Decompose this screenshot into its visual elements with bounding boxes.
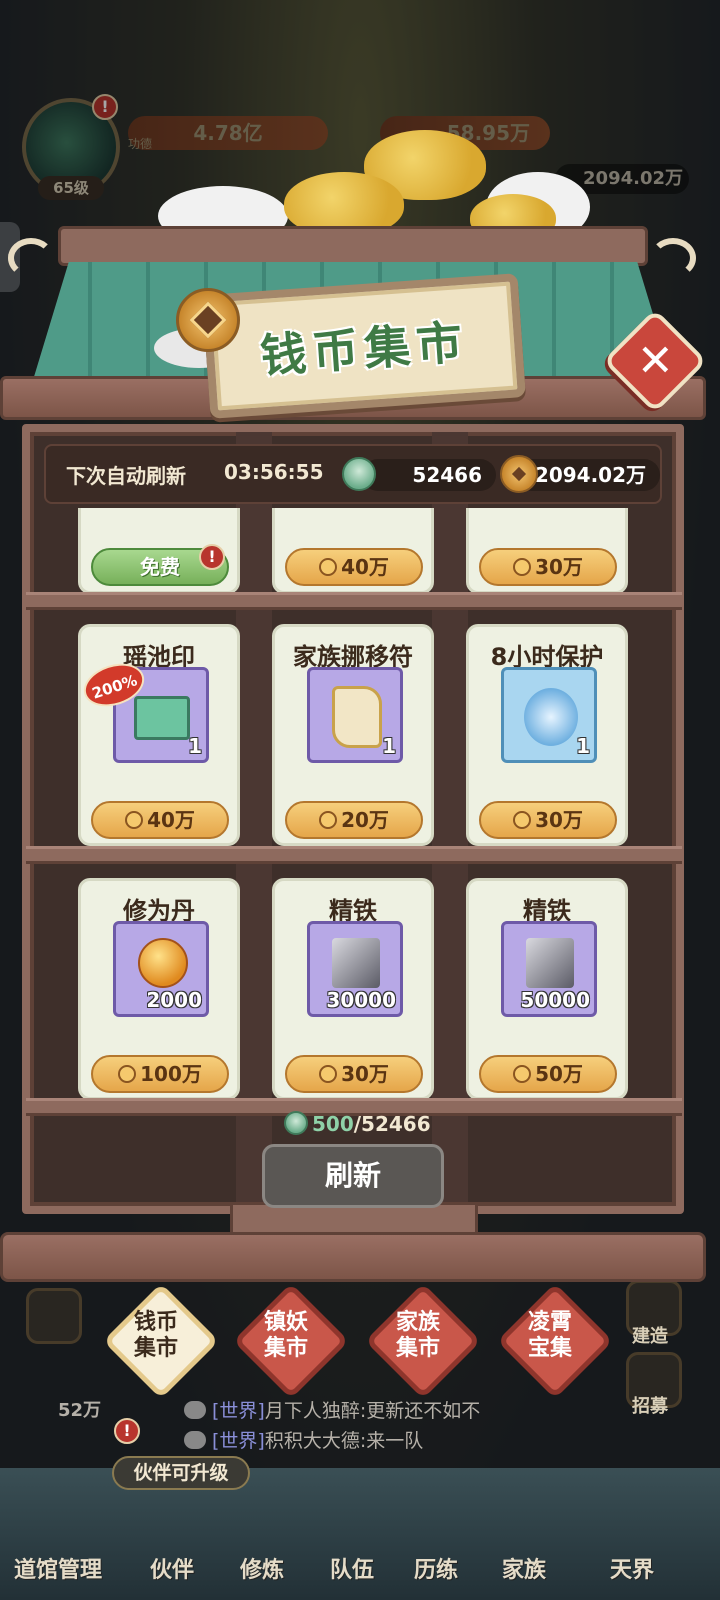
- iron-icon: [332, 938, 380, 988]
- coin-mini-icon: [125, 811, 144, 829]
- item-quantity: 1: [576, 734, 590, 758]
- refresh-label: 下次自动刷新: [66, 464, 186, 488]
- jade-balance: 52466: [362, 459, 496, 491]
- cabinet-base: [0, 1232, 706, 1282]
- shop-card-8h-protection[interactable]: 8小时保护 1 30万: [466, 624, 628, 846]
- iron-icon: [526, 938, 574, 988]
- coin-mini-icon: [319, 1065, 338, 1083]
- tab-label: 钱币集市: [133, 1310, 178, 1361]
- talisman-icon: [332, 686, 382, 748]
- price-label: 100万: [140, 1062, 202, 1086]
- refresh-cost: 500/52466: [312, 1112, 431, 1136]
- coin-mini-icon: [319, 811, 338, 829]
- item-quantity: 1: [382, 734, 396, 758]
- chat-text: 月下人独醉:更新还不如不: [264, 1400, 481, 1422]
- tab-label: 凌霄宝集: [527, 1310, 572, 1361]
- refresh-cost-total: /52466: [353, 1112, 431, 1136]
- price-label: 20万: [341, 808, 389, 832]
- item-icon-box: 50000: [501, 921, 597, 1017]
- nav-team[interactable]: 队伍: [330, 1552, 374, 1584]
- shop-card-refined-iron[interactable]: 精铁 30000 30万: [272, 878, 434, 1100]
- nav-cultivation[interactable]: 修炼: [240, 1552, 284, 1584]
- chat-line[interactable]: [世界]月下人独醉:更新还不如不: [184, 1396, 480, 1423]
- shop-card-family-teleport[interactable]: 家族挪移符 1 20万: [272, 624, 434, 846]
- tab-family-market[interactable]: 家族集市: [370, 1288, 466, 1384]
- item-icon-box: 1: [501, 667, 597, 763]
- price-button[interactable]: 20万: [285, 801, 423, 839]
- price-button[interactable]: 30万: [479, 801, 617, 839]
- shelf-divider: [26, 592, 682, 610]
- partner-upgrade-hint: 伙伴可升级: [112, 1456, 250, 1490]
- refresh-button[interactable]: 刷新: [262, 1144, 444, 1208]
- chat-bubble-icon: [184, 1431, 206, 1449]
- price-button[interactable]: 40万: [91, 801, 229, 839]
- shop-card-partial[interactable]: 免费 !: [78, 508, 240, 594]
- coin-mini-icon: [319, 558, 338, 576]
- item-quantity: 50000: [520, 988, 590, 1012]
- close-icon: ✕: [636, 335, 674, 386]
- nav-alert-icon: !: [114, 1418, 140, 1444]
- coin-mini-icon: [513, 811, 532, 829]
- tab-coin-market[interactable]: 钱币集市: [108, 1288, 204, 1384]
- pill-icon: [138, 938, 188, 988]
- nav-heaven[interactable]: 天界: [610, 1552, 654, 1584]
- player-coin-amount: 52万: [58, 1400, 102, 1421]
- price-button[interactable]: 30万: [479, 548, 617, 586]
- jade-icon: [284, 1111, 308, 1135]
- chat-channel: [世界]: [212, 1400, 265, 1422]
- price-label: 免费: [140, 555, 180, 579]
- tab-label: 家族集市: [395, 1310, 440, 1361]
- coin-emblem-icon: [176, 288, 240, 352]
- shop-title-plaque: 钱币集市: [202, 273, 526, 419]
- shop-card-refined-iron[interactable]: 精铁 50000 50万: [466, 878, 628, 1100]
- refresh-timer: 03:56:55: [224, 460, 324, 484]
- coin-mini-icon: [513, 558, 532, 576]
- price-label: 30万: [535, 808, 583, 832]
- chat-bubble-icon: [184, 1401, 206, 1419]
- recruit-label: 招募: [632, 1396, 668, 1417]
- nav-family[interactable]: 家族: [502, 1552, 546, 1584]
- seal-icon: [134, 696, 190, 740]
- coin-mini-icon: [513, 1065, 532, 1083]
- item-quantity: 30000: [326, 988, 396, 1012]
- shield-icon: [524, 688, 578, 746]
- item-quantity: 1: [188, 734, 202, 758]
- price-button[interactable]: 100万: [91, 1055, 229, 1093]
- price-button[interactable]: 50万: [479, 1055, 617, 1093]
- coin-mini-icon: [118, 1065, 137, 1083]
- item-icon-box: 1: [307, 667, 403, 763]
- nav-dojo-management[interactable]: 道馆管理: [14, 1552, 102, 1584]
- free-alert-icon: !: [199, 544, 225, 570]
- chat-channel: [世界]: [212, 1430, 265, 1452]
- bottom-navigation: 道馆管理 伙伴 修炼 队伍 历练 家族 天界: [0, 1468, 720, 1600]
- price-label: 50万: [535, 1062, 583, 1086]
- refresh-cost-current: 500: [312, 1112, 354, 1136]
- shop-card-yaochi-seal[interactable]: 瑶池印 1 200% 40万: [78, 624, 240, 846]
- shop-card-partial[interactable]: 30万: [466, 508, 628, 594]
- tab-lingxiao-market[interactable]: 凌霄宝集: [502, 1288, 598, 1384]
- shop-card-cultivation-pill[interactable]: 修为丹 2000 100万: [78, 878, 240, 1100]
- tab-demon-market[interactable]: 镇妖集市: [238, 1288, 334, 1384]
- chat-line[interactable]: [世界]积积大大德:来一队: [184, 1426, 423, 1453]
- build-label: 建造: [632, 1326, 668, 1347]
- jade-icon: [342, 457, 376, 491]
- item-quantity: 2000: [146, 988, 202, 1012]
- price-button[interactable]: 40万: [285, 548, 423, 586]
- shop-card-partial[interactable]: 40万: [272, 508, 434, 594]
- nav-training[interactable]: 历练: [414, 1552, 458, 1584]
- price-label: 40万: [147, 808, 195, 832]
- coin-icon: [500, 455, 538, 493]
- chat-text: 积积大大德:来一队: [264, 1430, 424, 1452]
- shop-title: 钱币集市: [258, 314, 470, 384]
- refresh-info-bar: 下次自动刷新 03:56:55 52466 2094.02万: [44, 444, 662, 504]
- price-label: 30万: [341, 1062, 389, 1086]
- shelf-divider: [26, 846, 682, 864]
- tab-label: 镇妖集市: [263, 1310, 308, 1361]
- nav-partners[interactable]: 伙伴: [150, 1552, 194, 1584]
- item-icon-box: 2000: [113, 921, 209, 1017]
- price-button[interactable]: 30万: [285, 1055, 423, 1093]
- price-label: 40万: [341, 555, 389, 579]
- price-label: 30万: [535, 555, 583, 579]
- item-icon-box: 30000: [307, 921, 403, 1017]
